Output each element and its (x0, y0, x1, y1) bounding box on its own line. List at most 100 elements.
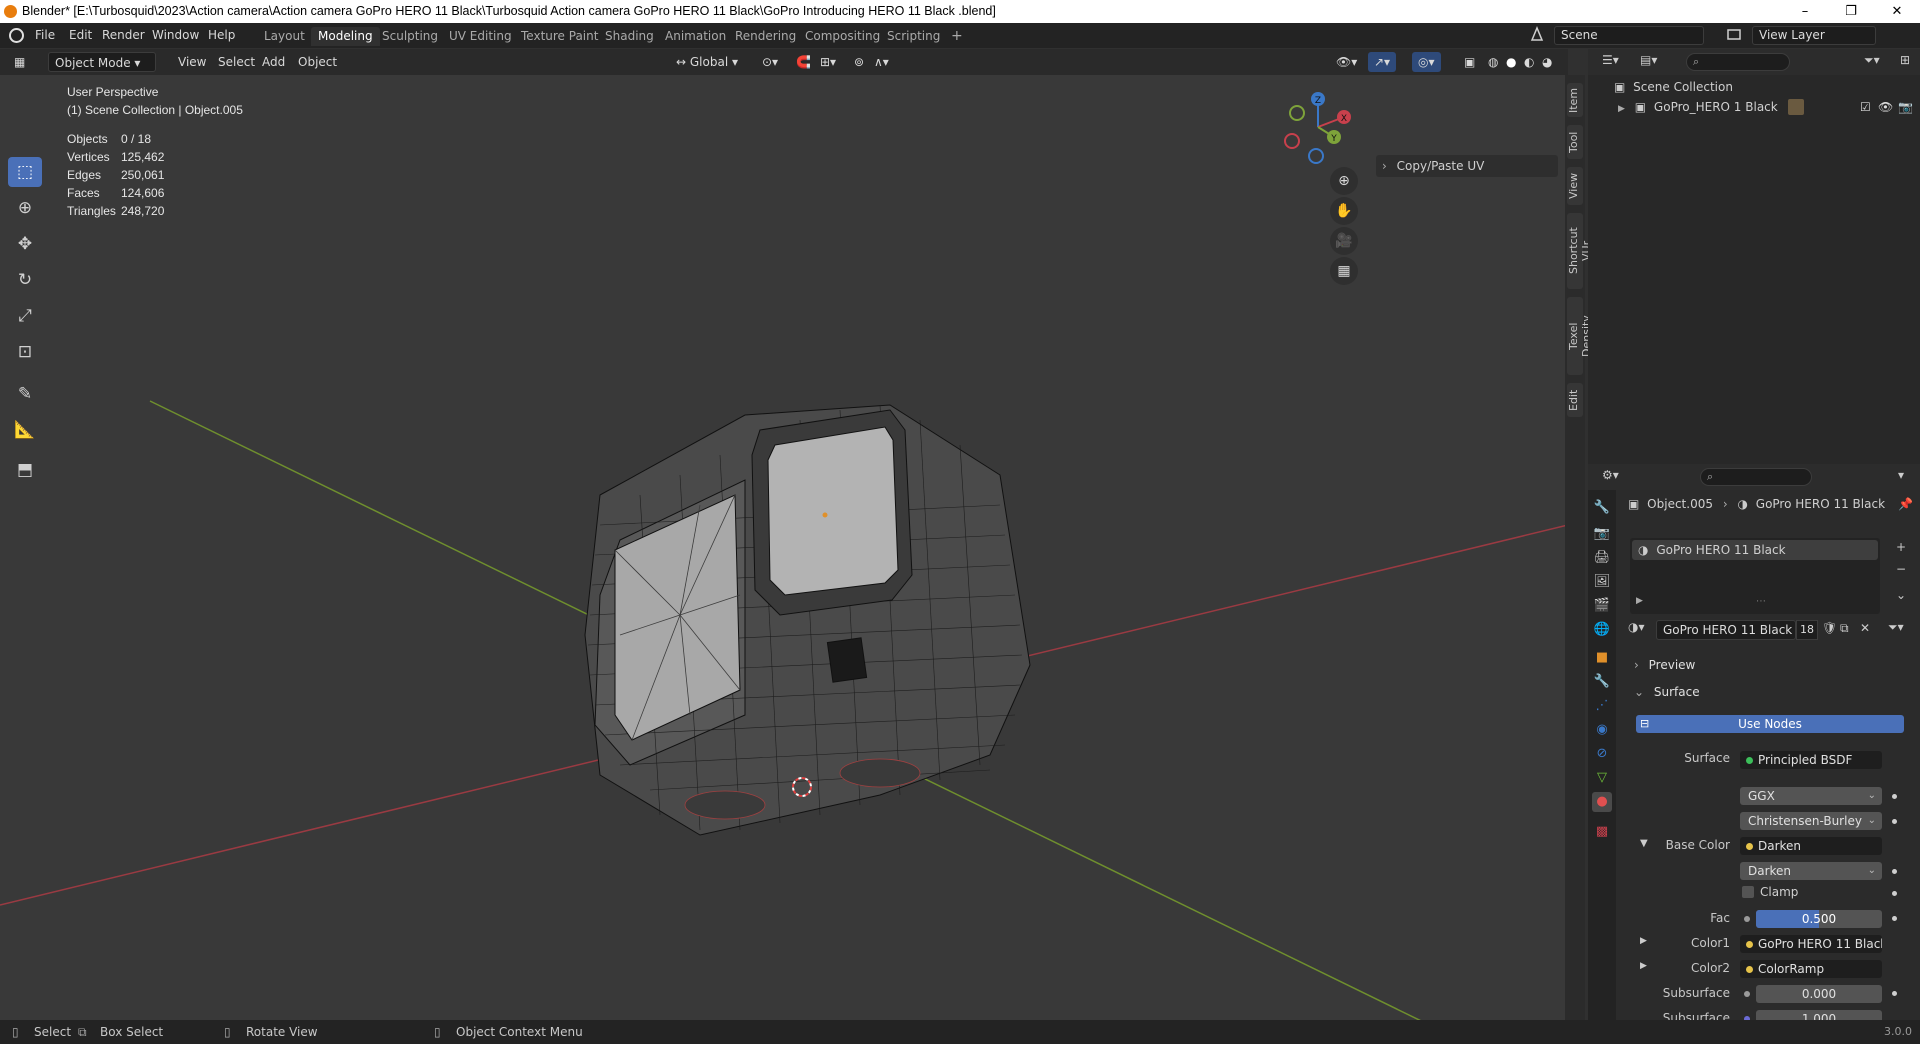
overlays-toggle-icon[interactable]: ◎▾ (1412, 52, 1441, 72)
select-box-tool-icon[interactable]: ⬚ (8, 157, 42, 187)
ortho-grid-icon[interactable]: ▦ (1330, 257, 1358, 285)
menu-file[interactable]: File (35, 28, 55, 42)
tab-texture-paint[interactable]: Texture Paint (514, 27, 605, 46)
blend-mode-dropdown[interactable]: Darken ⌄ (1740, 862, 1882, 880)
tab-layout[interactable]: Layout (257, 27, 312, 46)
sidebar-tab-item[interactable]: Item (1567, 83, 1583, 117)
falloff-icon[interactable]: ∧▾ (868, 52, 895, 72)
material-name-field[interactable]: GoPro HERO 11 Black (1656, 620, 1796, 640)
expand-color2-icon[interactable]: ▶ (1640, 961, 1647, 971)
object-tab-icon[interactable]: ■ (1592, 648, 1612, 668)
keyframe-dot[interactable] (1892, 891, 1897, 896)
rendered-shading-icon[interactable]: ◕ (1536, 52, 1558, 72)
output-tab-icon[interactable]: 🖨 (1592, 548, 1612, 568)
measure-tool-icon[interactable]: 📐 (8, 415, 42, 445)
navigation-gizmo[interactable]: Z X Y (1278, 87, 1358, 167)
menu-help[interactable]: Help (208, 28, 235, 42)
zoom-icon[interactable]: ⊕ (1330, 167, 1358, 195)
scene-selector[interactable]: Scene (1554, 26, 1704, 45)
data-tab-icon[interactable]: ▽ (1592, 768, 1612, 788)
visibility-icon[interactable]: 👁▾ (1330, 52, 1363, 72)
xray-toggle-icon[interactable]: ▣ (1458, 52, 1481, 72)
subsurface-radius-field[interactable]: 1.000 (1756, 1010, 1882, 1020)
expand-arrow-icon[interactable]: ▶ (1618, 104, 1625, 114)
tab-scripting[interactable]: Scripting (880, 27, 947, 46)
menu-select[interactable]: Select (212, 52, 261, 72)
tab-compositing[interactable]: Compositing (798, 27, 887, 46)
render-tab-icon[interactable]: 📷 (1592, 524, 1612, 544)
3d-viewport[interactable]: ⬚ ⊕ ✥ ↻ ⤢ ⊡ ✎ 📐 ⬒ User Perspective (1) S… (0, 75, 1568, 1030)
outliner-editor-icon[interactable]: ☰▾ (1602, 53, 1619, 67)
keyframe-dot[interactable] (1892, 991, 1897, 996)
view-layer-selector[interactable]: View Layer (1752, 26, 1876, 45)
tab-animation[interactable]: Animation (658, 27, 733, 46)
add-slot-icon[interactable]: + (1896, 540, 1906, 554)
outliner-scene-collection[interactable]: ▣ Scene Collection (1588, 77, 1920, 97)
surface-shader-field[interactable]: Principled BSDF (1740, 751, 1882, 769)
pan-hand-icon[interactable]: ✋ (1330, 197, 1358, 225)
cursor-tool-icon[interactable]: ⊕ (8, 193, 42, 223)
link-filter-icon[interactable]: ⏷▾ (1888, 620, 1904, 635)
tool-tab-icon[interactable]: 🔧 (1592, 498, 1612, 518)
tab-shading[interactable]: Shading (598, 27, 661, 46)
rotate-tool-icon[interactable]: ↻ (8, 265, 42, 295)
resize-handle-icon[interactable]: ⋯ (1756, 596, 1766, 607)
material-users-count[interactable]: 18 (1796, 620, 1818, 640)
sidebar-tab-tool[interactable]: Tool (1567, 125, 1583, 159)
editor-type-icon[interactable]: ▦ (8, 52, 38, 72)
add-workspace-button[interactable]: + (944, 27, 970, 46)
duplicate-material-icon[interactable]: ⧉ (1840, 621, 1849, 636)
outliner-search-input[interactable]: ⌕ (1686, 53, 1790, 71)
outliner-item[interactable]: ▶ ▣ GoPro_HERO 1 Black ☑ 👁 📷 (1588, 97, 1920, 117)
texture-tab-icon[interactable]: ▩ (1592, 822, 1612, 842)
annotate-tool-icon[interactable]: ✎ (8, 379, 42, 409)
modifier-tab-icon[interactable]: 🔧 (1592, 672, 1612, 692)
unlink-material-icon[interactable]: ✕ (1860, 621, 1870, 635)
keyframe-dot[interactable] (1892, 794, 1897, 799)
menu-window[interactable]: Window (152, 28, 199, 42)
proportional-edit-icon[interactable]: ⊚ (848, 52, 870, 72)
base-color-field[interactable]: Darken (1740, 837, 1882, 855)
keyframe-dot[interactable] (1892, 819, 1897, 824)
fake-user-icon[interactable]: 🛡 (1822, 621, 1837, 635)
physics-tab-icon[interactable]: ◉ (1592, 720, 1612, 740)
material-browse-icon[interactable]: ◑▾ (1628, 620, 1645, 634)
world-tab-icon[interactable]: 🌐 (1592, 620, 1612, 640)
color2-field[interactable]: ColorRamp (1740, 960, 1882, 978)
tab-modeling[interactable]: Modeling (311, 27, 380, 46)
subsurface-method-dropdown[interactable]: Christensen-Burley ⌄ (1740, 812, 1882, 830)
properties-options-icon[interactable]: ▾ (1898, 468, 1904, 482)
expand-arrow-icon[interactable]: ▶ (1636, 596, 1643, 606)
pivot-point-icon[interactable]: ⊙▾ (756, 52, 784, 72)
expand-base-color-icon[interactable]: ▼ (1640, 838, 1648, 849)
sidebar-tab-edit[interactable]: Edit (1567, 383, 1583, 417)
constraints-tab-icon[interactable]: ⊘ (1592, 744, 1612, 764)
properties-search-input[interactable]: ⌕ (1700, 468, 1812, 486)
menu-view[interactable]: View (172, 52, 212, 72)
sidebar-tab-texel-density[interactable]: Texel Density (1567, 297, 1593, 375)
preview-section-header[interactable]: › Preview (1632, 654, 1907, 676)
pin-icon[interactable]: 📌 (1898, 494, 1913, 514)
slot-specials-icon[interactable]: ⌄ (1896, 588, 1906, 602)
menu-add[interactable]: Add (256, 52, 291, 72)
scene-tab-icon[interactable]: 🎬 (1592, 596, 1612, 616)
properties-editor-icon[interactable]: ⚙▾ (1602, 468, 1619, 482)
gizmo-toggle-icon[interactable]: ↗▾ (1368, 52, 1397, 72)
remove-slot-icon[interactable]: − (1896, 562, 1906, 576)
minimize-button[interactable]: – (1782, 0, 1828, 23)
menu-edit[interactable]: Edit (69, 28, 92, 42)
camera-view-icon[interactable]: 🎥 (1330, 227, 1358, 255)
tab-rendering[interactable]: Rendering (728, 27, 803, 46)
sidebar-tab-shortcut-vur[interactable]: Shortcut VUr (1567, 213, 1593, 289)
camera-render-icon[interactable]: 📷 (1898, 97, 1913, 117)
particles-tab-icon[interactable]: ⋰ (1592, 696, 1612, 716)
maximize-button[interactable]: ❐ (1828, 0, 1874, 23)
blender-menu-icon[interactable] (9, 28, 24, 43)
snap-target-icon[interactable]: ⊞▾ (814, 52, 842, 72)
new-collection-icon[interactable]: ⊞ (1900, 53, 1910, 67)
checkbox-icon[interactable]: ☑ (1860, 97, 1871, 117)
tab-uv-editing[interactable]: UV Editing (442, 27, 519, 46)
sidebar-tab-view[interactable]: View (1567, 167, 1583, 205)
color1-field[interactable]: GoPro HERO 11 Black_... (1740, 935, 1882, 953)
surface-section-header[interactable]: ⌄ Surface (1632, 681, 1907, 703)
